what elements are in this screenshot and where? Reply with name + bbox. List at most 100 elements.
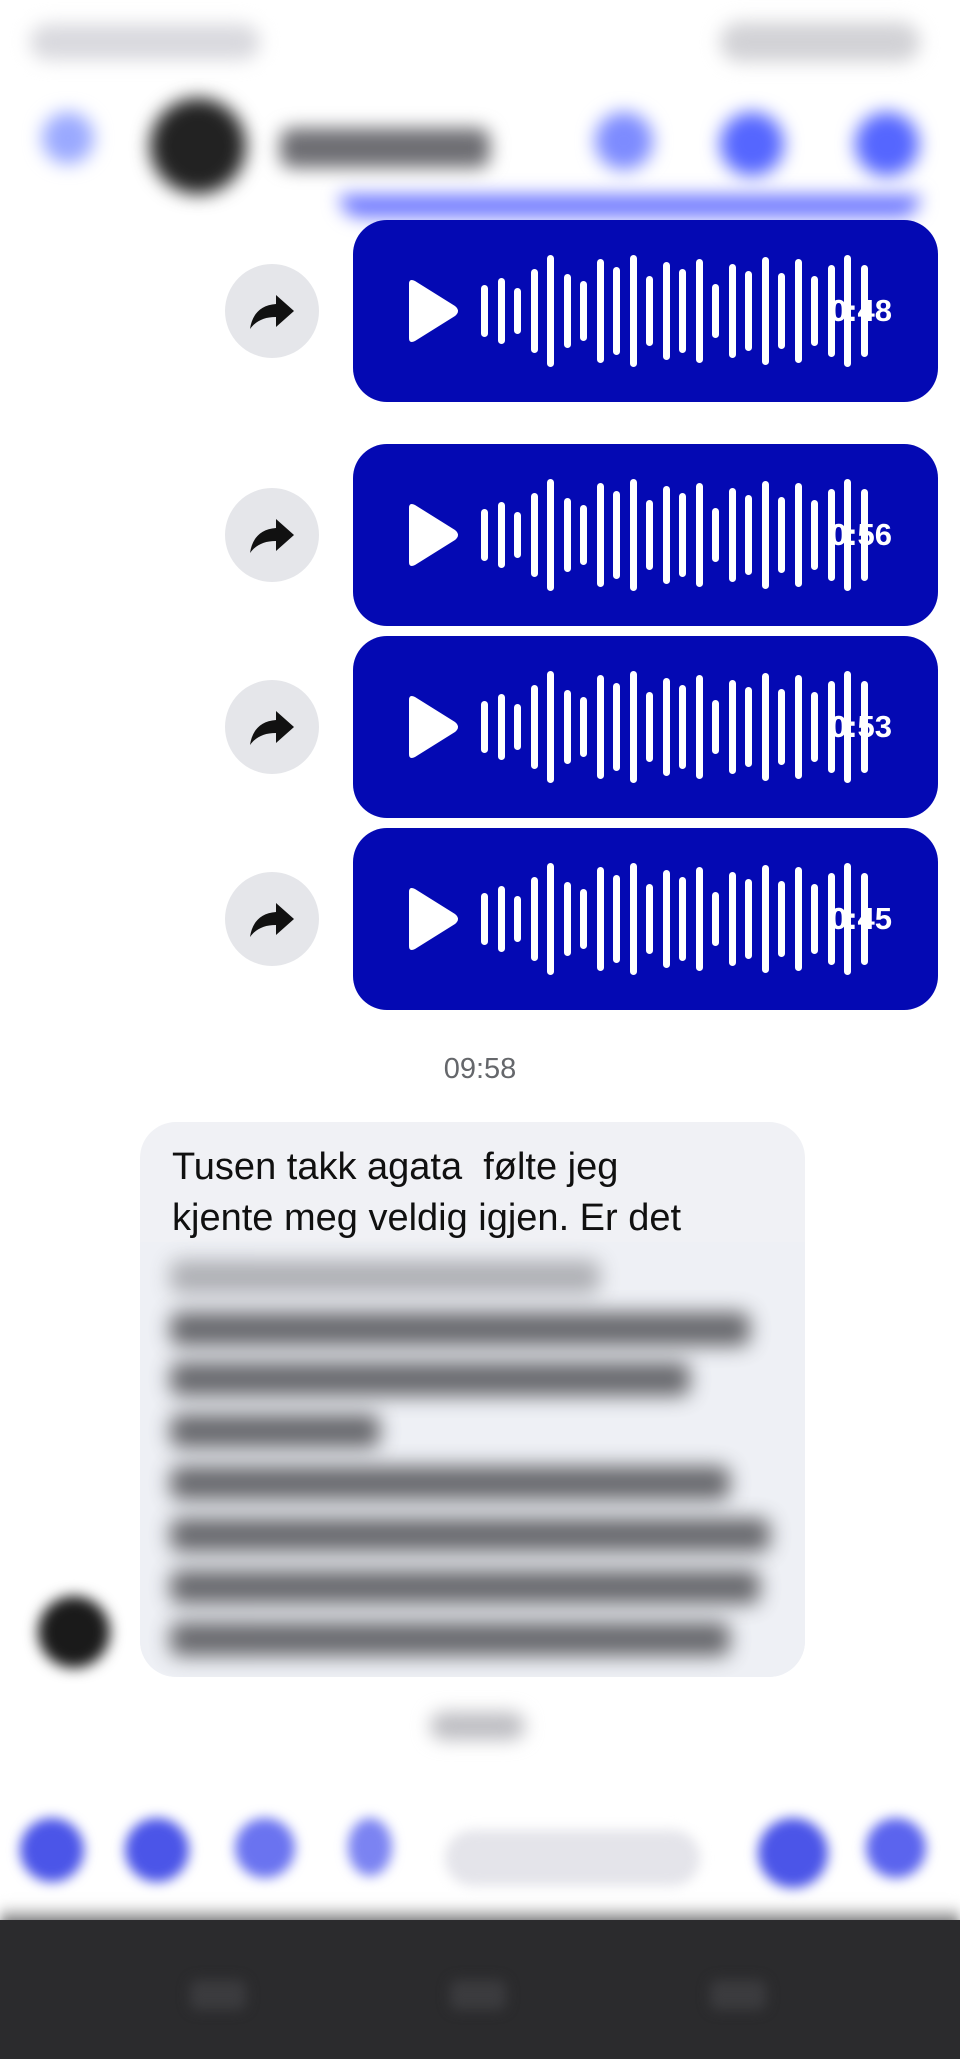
back-arrow-icon[interactable] [42, 112, 94, 164]
waveform-bar [580, 697, 587, 757]
waveform-bar [745, 271, 752, 351]
forward-icon [250, 519, 294, 553]
scrolled-bubble-edge [340, 195, 920, 217]
play-icon[interactable] [401, 886, 461, 952]
waveform-bar [514, 704, 521, 750]
waveform-bar [728, 264, 736, 358]
waveform-bar [596, 867, 604, 971]
waveform-bar [547, 255, 554, 367]
waveform-bar [712, 284, 719, 338]
waveform-bar [596, 259, 604, 363]
back-button[interactable] [710, 1980, 766, 2010]
waveform [481, 863, 877, 975]
waveform-bar [646, 500, 653, 570]
info-icon[interactable] [855, 112, 919, 176]
forward-button[interactable] [225, 264, 319, 358]
waveform-bar [530, 269, 538, 353]
forward-button[interactable] [225, 488, 319, 582]
like-icon[interactable] [866, 1818, 926, 1878]
waveform-bar [679, 493, 686, 577]
incoming-message-bubble[interactable]: Tusen takk agata følte jeg kjente meg ve… [140, 1122, 805, 1677]
phone-icon[interactable] [595, 112, 653, 170]
waveform-bar [712, 700, 719, 754]
waveform-bar [811, 692, 818, 762]
waveform-bar [481, 285, 488, 337]
waveform-bar [778, 273, 785, 349]
waveform-bar [547, 863, 554, 975]
sender-avatar[interactable] [38, 1596, 110, 1668]
waveform-bar [646, 884, 653, 954]
waveform-bar [514, 512, 521, 558]
waveform-bar [563, 882, 571, 956]
waveform [481, 671, 877, 783]
waveform-bar [761, 865, 769, 973]
waveform-bar [712, 892, 719, 946]
waveform-bar [662, 678, 670, 776]
voice-duration: 0:53 [829, 709, 892, 744]
waveform-bar [679, 877, 686, 961]
waveform-bar [514, 288, 521, 334]
waveform-bar [547, 479, 554, 591]
blurred-message-content [140, 1242, 805, 1677]
chat-header [0, 90, 960, 210]
waveform-bar [712, 508, 719, 562]
waveform-bar [481, 509, 488, 561]
waveform-bar [662, 486, 670, 584]
voice-message-bubble[interactable]: 0:53 [353, 636, 938, 818]
waveform-bar [662, 262, 670, 360]
waveform-bar [811, 500, 818, 570]
message-input[interactable] [445, 1830, 700, 1886]
emoji-icon[interactable] [758, 1818, 828, 1888]
system-navigation-bar [0, 1920, 960, 2059]
waveform-bar [728, 488, 736, 582]
read-receipt [430, 1712, 525, 1740]
waveform-bar [563, 274, 571, 348]
forward-button[interactable] [225, 872, 319, 966]
waveform-bar [629, 671, 637, 783]
forward-icon [250, 295, 294, 329]
waveform-bar [745, 687, 752, 767]
waveform-bar [613, 491, 620, 579]
waveform-bar [695, 675, 703, 779]
voice-message-bubble[interactable]: 0:45 [353, 828, 938, 1010]
waveform-bar [530, 877, 538, 961]
waveform-bar [778, 689, 785, 765]
status-time [30, 24, 260, 60]
forward-button[interactable] [225, 680, 319, 774]
status-icons [720, 22, 920, 62]
camera-icon[interactable] [125, 1818, 189, 1882]
waveform-bar [745, 495, 752, 575]
mic-icon[interactable] [348, 1818, 392, 1876]
voice-message-bubble[interactable]: 0:56 [353, 444, 938, 626]
waveform-bar [563, 690, 571, 764]
home-button[interactable] [450, 1980, 506, 2010]
play-icon[interactable] [401, 278, 461, 344]
gallery-icon[interactable] [235, 1818, 295, 1878]
waveform [481, 479, 877, 591]
waveform-bar [580, 505, 587, 565]
message-timestamp: 09:58 [443, 1053, 517, 1085]
waveform-bar [497, 694, 505, 760]
message-text: Tusen takk agata følte jeg kjente meg ve… [172, 1146, 682, 1239]
waveform-bar [679, 685, 686, 769]
waveform-bar [580, 281, 587, 341]
waveform-bar [794, 483, 802, 587]
waveform-bar [497, 886, 505, 952]
waveform-bar [563, 498, 571, 572]
voice-message-bubble[interactable]: 0:48 [353, 220, 938, 402]
video-icon[interactable] [720, 112, 784, 176]
contact-avatar[interactable] [150, 98, 246, 194]
voice-duration: 0:48 [829, 293, 892, 328]
contact-name[interactable] [280, 128, 490, 168]
recent-apps-button[interactable] [190, 1980, 246, 2010]
voice-duration: 0:45 [829, 901, 892, 936]
menu-icon[interactable] [20, 1818, 84, 1882]
waveform-bar [778, 881, 785, 957]
waveform-bar [646, 276, 653, 346]
play-icon[interactable] [401, 694, 461, 760]
play-icon[interactable] [401, 502, 461, 568]
waveform-bar [679, 269, 686, 353]
waveform-bar [695, 483, 703, 587]
waveform-bar [662, 870, 670, 968]
waveform-bar [596, 483, 604, 587]
